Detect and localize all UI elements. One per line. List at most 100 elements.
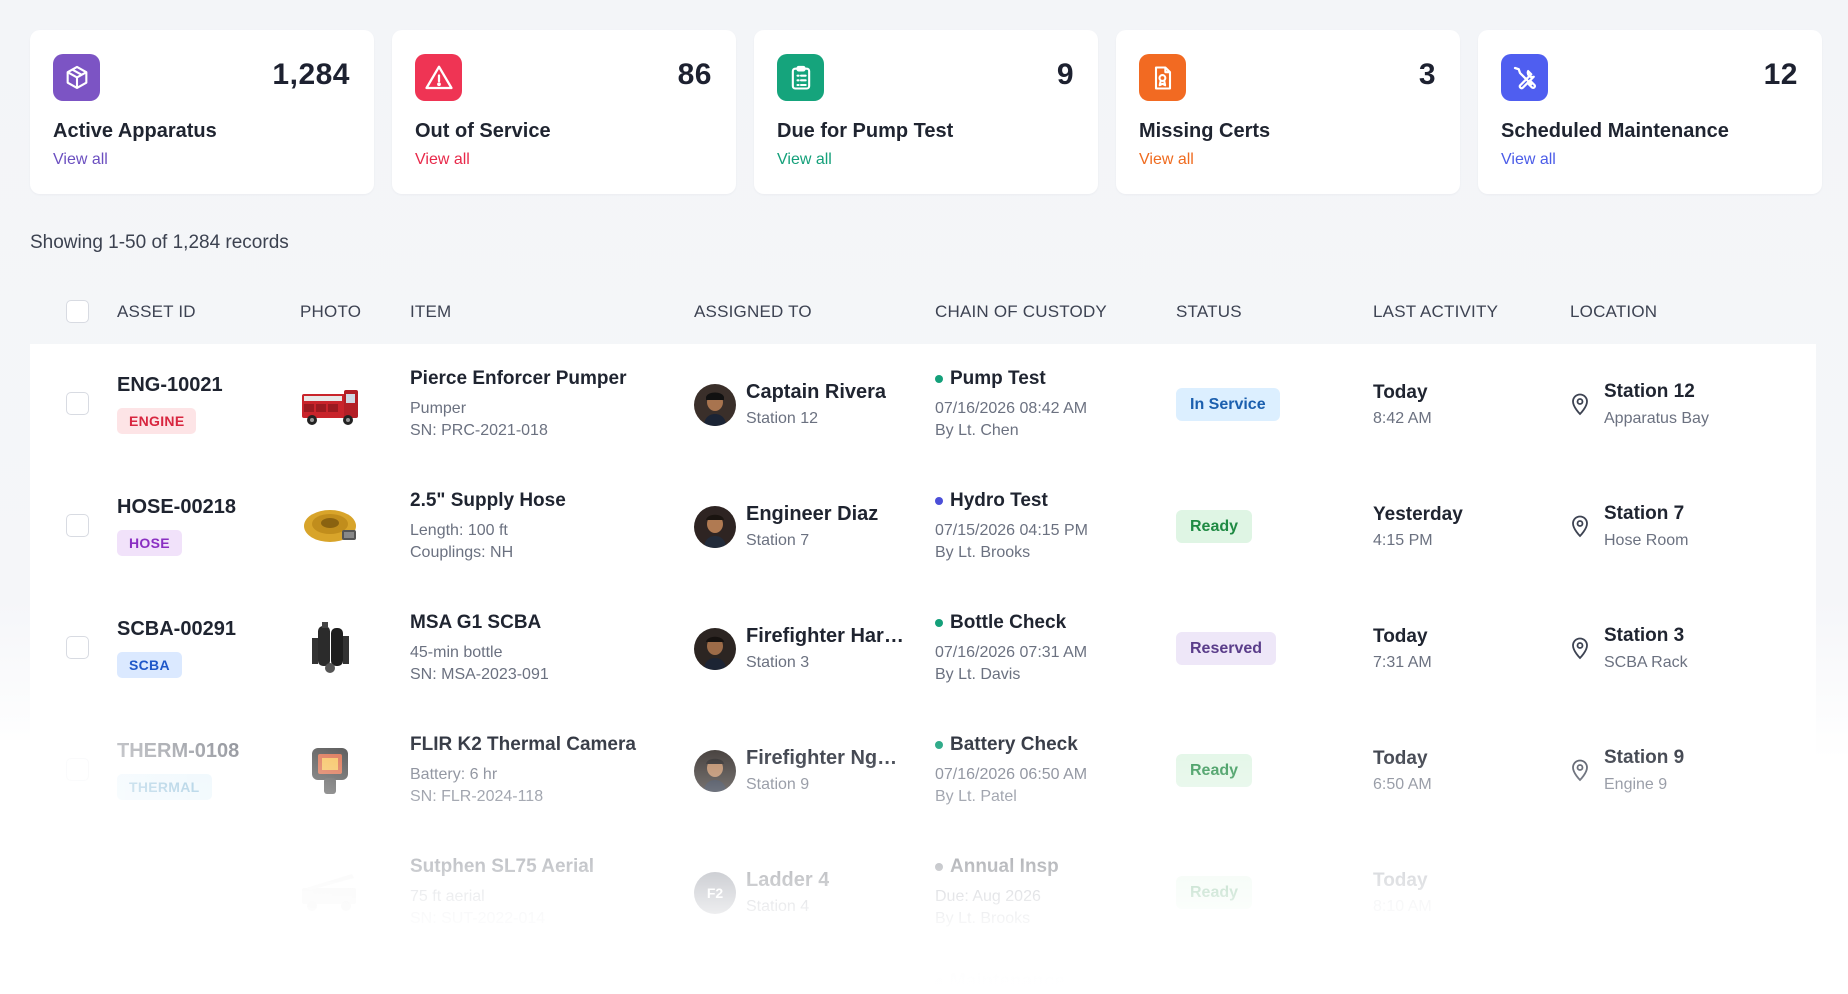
last-activity-time: 4:15 PM (1373, 532, 1433, 549)
column-status[interactable]: STATUS (1176, 302, 1242, 322)
view-all-link[interactable]: View all (1139, 151, 1194, 169)
assignee-station: Station 9 (746, 776, 810, 793)
card-value: 1,284 (272, 58, 350, 91)
item-title[interactable]: 2.5" Supply Hose (410, 490, 566, 512)
last-activity-day: Today (1373, 748, 1428, 769)
table-row[interactable]: Maintenance (30, 954, 1816, 994)
custody-status-dot (935, 978, 943, 986)
table-row[interactable]: HOSE-00218 HOSE 2.5" Supply Hose Length:… (30, 466, 1816, 588)
status-badge: Ready (1176, 510, 1253, 543)
custody-date: 07/16/2026 06:50 AM (935, 766, 1088, 783)
last-activity-day: Today (1373, 870, 1428, 891)
custody-event: Maintenance (950, 971, 1066, 992)
avatar-initials: F2 (706, 885, 724, 901)
assignee-name[interactable]: Firefighter Nguy... (746, 747, 906, 770)
custody-event: Annual Insp (950, 856, 1059, 877)
row-checkbox[interactable] (66, 392, 89, 415)
assignee-name[interactable]: Firefighter Harris (746, 625, 906, 648)
column-last-activity[interactable]: LAST ACTIVITY (1373, 302, 1498, 322)
avatar (694, 384, 736, 426)
asset-id[interactable]: SCBA-00291 (117, 618, 236, 641)
location-area: SCBA Rack (1604, 654, 1688, 671)
location-station: Station 7 (1604, 503, 1685, 524)
column-photo: PHOTO (300, 302, 362, 321)
item-detail: 75 ft aerial (410, 888, 485, 905)
card-scheduled-maintenance[interactable]: 12 Scheduled Maintenance View all (1478, 30, 1822, 194)
custody-event: Hydro Test (950, 490, 1048, 511)
select-all-checkbox[interactable] (66, 300, 89, 323)
status-badge: Reserved (1176, 632, 1277, 665)
avatar (694, 750, 736, 792)
table-body: ENG-10021 ENGINE Pierce Enforcer Pumper … (30, 344, 1816, 994)
assignee-name[interactable]: Ladder 4 (746, 869, 829, 892)
card-missing-certs[interactable]: 3 Missing Certs View all (1116, 30, 1460, 194)
column-assigned-to[interactable]: ASSIGNED TO (694, 302, 812, 322)
column-asset-id[interactable]: ASSET ID (117, 302, 196, 322)
item-detail: Length: 100 ft (410, 522, 508, 539)
avatar: F2 (694, 872, 736, 914)
custody-by: By Lt. Chen (935, 422, 1019, 439)
assignee-name[interactable]: Captain Rivera (746, 381, 886, 404)
item-detail: 45-min bottle (410, 644, 503, 661)
assignee-station: Station 12 (746, 410, 819, 427)
table-row[interactable]: ENG-10021 ENGINE Pierce Enforcer Pumper … (30, 344, 1816, 466)
table-row[interactable]: Sutphen SL75 Aerial 75 ft aerial SN: SUT… (30, 832, 1816, 954)
item-detail: Battery: 6 hr (410, 766, 498, 783)
status-badge: Ready (1176, 754, 1253, 787)
hose-photo (298, 496, 362, 556)
item-serial: SN: MSA-2023-091 (410, 666, 549, 683)
card-title: Scheduled Maintenance (1501, 120, 1729, 142)
last-activity-time: 8:42 AM (1373, 410, 1432, 427)
view-all-link[interactable]: View all (777, 151, 832, 169)
custody-by: By Lt. Brooks (935, 544, 1031, 561)
column-location[interactable]: LOCATION (1570, 302, 1657, 322)
table-row[interactable]: SCBA-00291 SCBA MSA G1 SCBA 45-min bottl… (30, 588, 1816, 710)
item-title[interactable]: Pierce Enforcer Pumper (410, 368, 626, 390)
location-area: Engine 9 (1604, 776, 1668, 793)
table-row[interactable]: THERM-0108 THERMAL FLIR K2 Thermal Camer… (30, 710, 1816, 832)
location-pin-icon (1570, 758, 1590, 782)
assignee-station: Station 4 (746, 898, 810, 915)
custody-by: By Lt. Davis (935, 666, 1021, 683)
row-checkbox[interactable] (66, 514, 89, 537)
card-due-pump-test[interactable]: 9 Due for Pump Test View all (754, 30, 1098, 194)
view-all-link[interactable]: View all (1501, 151, 1556, 169)
custody-date: 07/16/2026 07:31 AM (935, 644, 1088, 661)
asset-id[interactable]: HOSE-00218 (117, 496, 236, 519)
location-area: Hose Room (1604, 532, 1689, 549)
custody-status-dot (935, 619, 943, 627)
records-count: Showing 1-50 of 1,284 records (30, 232, 289, 253)
location-station: Station 3 (1604, 625, 1685, 646)
status-badge: Ready (1176, 876, 1253, 909)
custody-by: By Lt. Patel (935, 788, 1017, 805)
card-active-apparatus[interactable]: 1,284 Active Apparatus View all (30, 30, 374, 194)
asset-id[interactable]: THERM-0108 (117, 740, 239, 763)
column-item[interactable]: ITEM (410, 302, 451, 322)
asset-id[interactable]: ENG-10021 (117, 374, 223, 397)
item-detail: Pumper (410, 400, 467, 417)
card-out-of-service[interactable]: 86 Out of Service View all (392, 30, 736, 194)
status-badge: In Service (1176, 388, 1280, 421)
location-pin-icon (1570, 392, 1590, 416)
card-value: 9 (1056, 58, 1074, 91)
category-tag: HOSE (117, 530, 182, 556)
location-pin-icon (1570, 636, 1590, 660)
item-title[interactable]: Sutphen SL75 Aerial (410, 856, 594, 878)
last-activity-time: 7:31 AM (1373, 654, 1432, 671)
item-serial: SN: FLR-2024-118 (410, 788, 544, 805)
fire-engine-photo (298, 374, 362, 434)
view-all-link[interactable]: View all (53, 151, 108, 169)
location-station: Station 9 (1604, 747, 1685, 768)
certificate-file-icon (1139, 54, 1186, 101)
row-checkbox[interactable] (66, 758, 89, 781)
item-title[interactable]: MSA G1 SCBA (410, 612, 541, 634)
item-title[interactable]: FLIR K2 Thermal Camera (410, 734, 636, 756)
item-detail: Couplings: NH (410, 544, 514, 561)
assignee-name[interactable]: Engineer Diaz (746, 503, 878, 526)
row-checkbox[interactable] (66, 636, 89, 659)
item-serial: SN: SUT-2022-014 (410, 910, 546, 927)
view-all-link[interactable]: View all (415, 151, 470, 169)
column-chain-of-custody[interactable]: CHAIN OF CUSTODY (935, 302, 1107, 322)
custody-date: Due: Aug 2026 (935, 888, 1041, 905)
warning-triangle-icon (415, 54, 462, 101)
